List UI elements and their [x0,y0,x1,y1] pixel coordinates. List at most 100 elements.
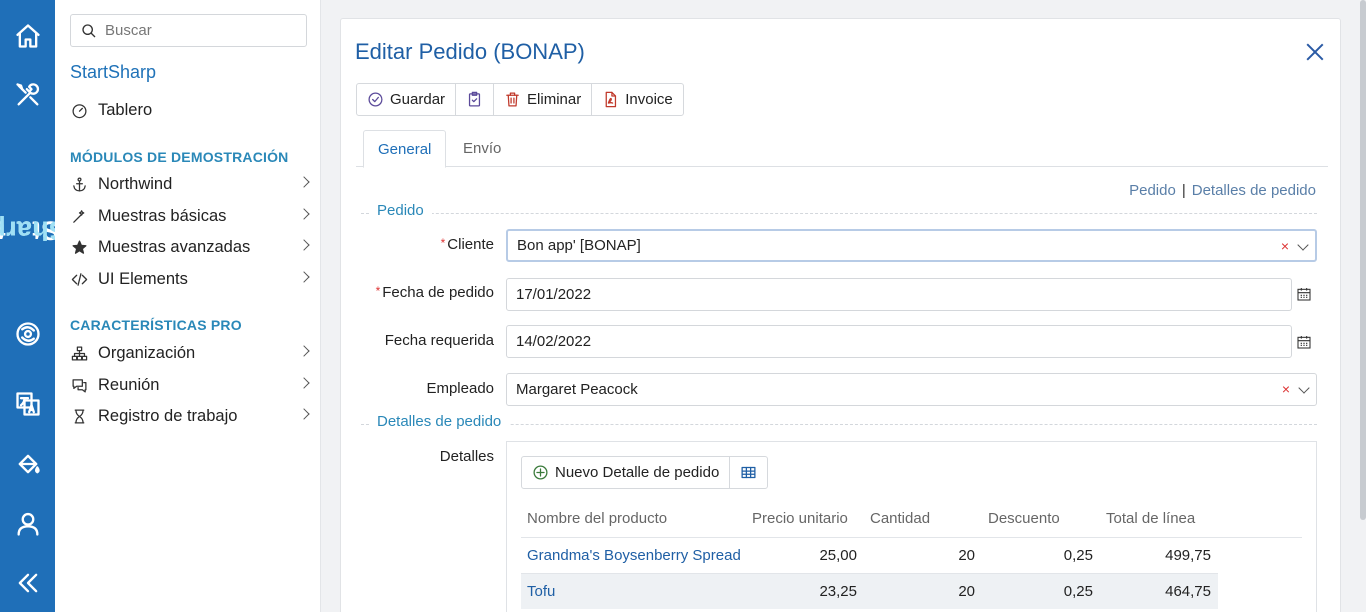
required-mark: * [375,284,381,298]
product-link[interactable]: Grandma's Boysenberry Spread [527,547,741,564]
app-title[interactable]: StartSharp [70,62,156,83]
sidebar-item-dashboard[interactable]: Tablero [70,96,310,124]
column-header-line-total[interactable]: Total de línea [1106,510,1195,527]
calendar-icon[interactable] [1296,334,1312,350]
order-date-label-text: Fecha de pedido [382,284,494,301]
gauge-icon [70,101,88,119]
chevron-right-icon [298,345,310,357]
dialog-toolbar: Guardar Eliminar Invoice [356,83,684,116]
sidebar-item-northwind[interactable]: Northwind [70,170,310,198]
check-circle-icon [368,92,383,107]
column-picker-button[interactable] [730,457,767,488]
fieldset-details-legend: Detalles de pedido [369,413,510,430]
column-header-quantity[interactable]: Cantidad [870,510,930,527]
required-date-input[interactable]: 14/02/2022 [506,325,1292,358]
link-order[interactable]: Pedido [1129,182,1176,199]
pdf-file-icon [605,91,617,108]
add-detail-label: Nuevo Detalle de pedido [555,464,720,481]
column-header-unit-price[interactable]: Precio unitario [752,510,848,527]
fieldset-order-legend: Pedido [369,202,432,219]
fieldset-details: Detalles de pedido [361,413,1317,433]
tools-icon[interactable] [0,77,55,113]
line-total-cell: 499,75 [1165,547,1211,564]
table-icon [741,466,756,479]
customer-select[interactable]: Bon app' [BONAP] × [506,229,1317,262]
trash-icon [506,92,519,107]
search-input[interactable] [105,22,295,39]
customer-value: Bon app' [BONAP] [517,237,641,254]
sidebar-item-label: Organización [98,343,196,362]
add-detail-button[interactable]: Nuevo Detalle de pedido [522,457,731,488]
section-demo-heading: MÓDULOS DE DEMOSTRACIÓN [70,149,289,165]
link-order-details[interactable]: Detalles de pedido [1192,182,1316,199]
close-icon[interactable] [1306,43,1324,61]
sidebar-item-label: Tablero [98,100,153,119]
chevron-down-icon[interactable] [1298,382,1310,394]
sidebar-item-label: Muestras básicas [98,206,227,225]
chevron-right-icon [298,239,310,251]
chevron-right-icon [298,377,310,389]
icon-rail: StartSharp [0,0,67,612]
dialog-title: Editar Pedido (BONAP) [355,39,585,64]
quantity-cell: 20 [958,583,975,600]
fieldset-order: Pedido [361,202,1317,222]
edit-order-dialog: Editar Pedido (BONAP) Guardar Eliminar I… [340,18,1341,612]
org-chart-icon [70,344,88,362]
hourglass-icon [70,407,88,425]
sidebar-item-meeting[interactable]: Reunión [70,371,310,399]
user-icon[interactable] [0,506,55,542]
order-date-value: 17/01/2022 [516,286,592,303]
star-icon [70,238,88,256]
sidebar-item-work-log[interactable]: Registro de trabajo [70,402,310,430]
search-box [70,14,307,47]
translate-icon[interactable] [0,386,55,422]
unit-price-cell: 25,00 [819,547,857,564]
dialog-tabs: General Envío [356,130,1328,168]
delete-button[interactable]: Eliminar [494,84,593,115]
sidebar-item-organization[interactable]: Organización [70,339,310,367]
product-link[interactable]: Tofu [527,583,555,600]
home-icon[interactable] [0,18,55,54]
table-row[interactable]: Tofu 23,25 20 0,25 464,75 [521,573,1218,609]
sidebar-item-basic-samples[interactable]: Muestras básicas [70,202,310,230]
unit-price-cell: 23,25 [819,583,857,600]
tab-general[interactable]: General [363,130,447,168]
paint-bucket-icon[interactable] [0,446,55,482]
calendar-icon[interactable] [1296,286,1312,302]
sidebar-item-ui-elements[interactable]: UI Elements [70,265,310,293]
order-date-input[interactable]: 17/01/2022 [506,278,1292,311]
page-scrollbar[interactable] [1360,0,1366,520]
apply-changes-button[interactable] [456,84,495,115]
link-separator: | [1181,182,1186,199]
clear-icon[interactable]: × [1281,238,1289,254]
column-header-product[interactable]: Nombre del producto [527,510,667,527]
quantity-cell: 20 [958,547,975,564]
column-header-discount[interactable]: Descuento [988,510,1060,527]
clear-icon[interactable]: × [1282,381,1290,397]
plus-circle-icon [533,465,548,480]
table-row[interactable]: Grandma's Boysenberry Spread 25,00 20 0,… [521,537,1302,573]
anchor-icon [70,175,88,193]
logo-icon [0,316,55,352]
sidebar-item-label: Muestras avanzadas [98,237,251,256]
wand-icon [70,207,88,225]
search-icon [82,23,96,37]
invoice-button[interactable]: Invoice [592,84,683,115]
clipboard-check-icon [468,91,481,107]
section-links: Pedido | Detalles de pedido [1129,182,1316,199]
discount-cell: 0,25 [1063,547,1093,564]
collapse-icon[interactable] [0,565,55,601]
employee-label: Empleado [426,380,494,397]
order-date-label: * Fecha de pedido [376,284,494,301]
details-label: Detalles [439,448,494,465]
employee-select[interactable]: Margaret Peacock × [506,373,1317,406]
chevron-right-icon [298,208,310,220]
save-button[interactable]: Guardar [357,84,457,115]
discount-cell: 0,25 [1063,583,1093,600]
code-icon [70,270,88,288]
chevron-down-icon[interactable] [1297,239,1309,251]
sidebar-item-advanced-samples[interactable]: Muestras avanzadas [70,233,310,261]
chevron-right-icon [298,408,310,420]
line-total-cell: 464,75 [1165,583,1211,600]
tab-shipping[interactable]: Envío [449,130,515,167]
